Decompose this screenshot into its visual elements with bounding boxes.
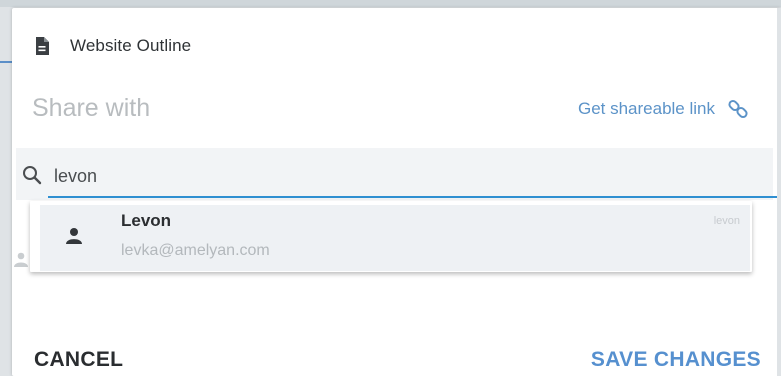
search-field-container	[16, 148, 781, 200]
save-changes-button[interactable]: SAVE CHANGES	[591, 348, 761, 372]
person-icon	[14, 252, 28, 268]
document-title: Website Outline	[70, 36, 192, 55]
suggestion-name: Levon	[121, 211, 172, 230]
link-icon	[727, 98, 749, 120]
search-icon	[22, 165, 42, 185]
cancel-button[interactable]: CANCEL	[34, 348, 123, 372]
document-header: Website Outline	[34, 32, 191, 60]
right-edge-shadow	[777, 8, 781, 376]
person-icon	[64, 226, 84, 246]
share-dialog: Website Outline Share with Get shareable…	[12, 8, 781, 376]
screenshot-stage: Website Outline Share with Get shareable…	[0, 0, 781, 376]
suggestion-email: levka@amelyan.com	[121, 242, 270, 259]
share-with-heading: Share with	[32, 94, 151, 122]
suggestion-item[interactable]: Levon levka@amelyan.com levon	[40, 205, 750, 271]
search-underline	[48, 196, 781, 198]
top-border	[0, 0, 781, 7]
suggestion-dropdown: Levon levka@amelyan.com levon	[30, 201, 752, 272]
shareable-link-label: Get shareable link	[577, 99, 715, 118]
search-input[interactable]	[54, 166, 654, 187]
get-shareable-link-button[interactable]: Get shareable link	[578, 98, 749, 120]
document-icon	[34, 36, 50, 56]
suggestion-handle: levon	[713, 215, 740, 227]
